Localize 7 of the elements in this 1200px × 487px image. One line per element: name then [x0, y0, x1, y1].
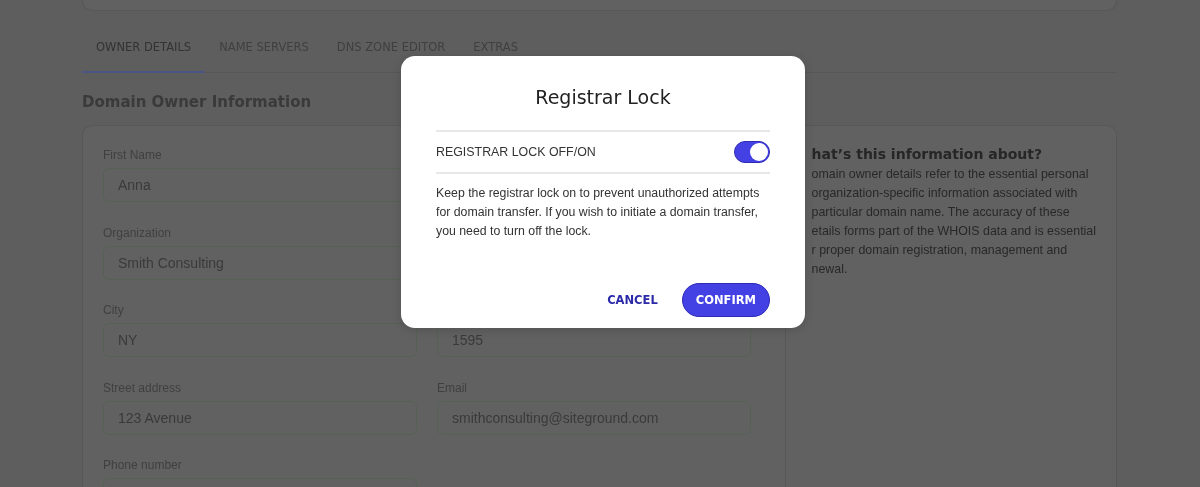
toggle-switch[interactable] [734, 141, 770, 163]
info-title: hat’s this information about? [811, 146, 1044, 162]
dialog-text: Keep the registrar lock on to prevent unauthorized attempts for domain transfer. If you wish to initiate a domain transfer, you need to turn off the lock. [436, 185, 761, 240]
dialog-title: Registrar Lock [534, 86, 672, 110]
confirm-button[interactable]: CONFIRM [681, 283, 770, 317]
cancel-button[interactable]: CANCEL [605, 285, 660, 315]
toggle-label: REGISTRAR LOCK OFF/ON [436, 145, 596, 159]
